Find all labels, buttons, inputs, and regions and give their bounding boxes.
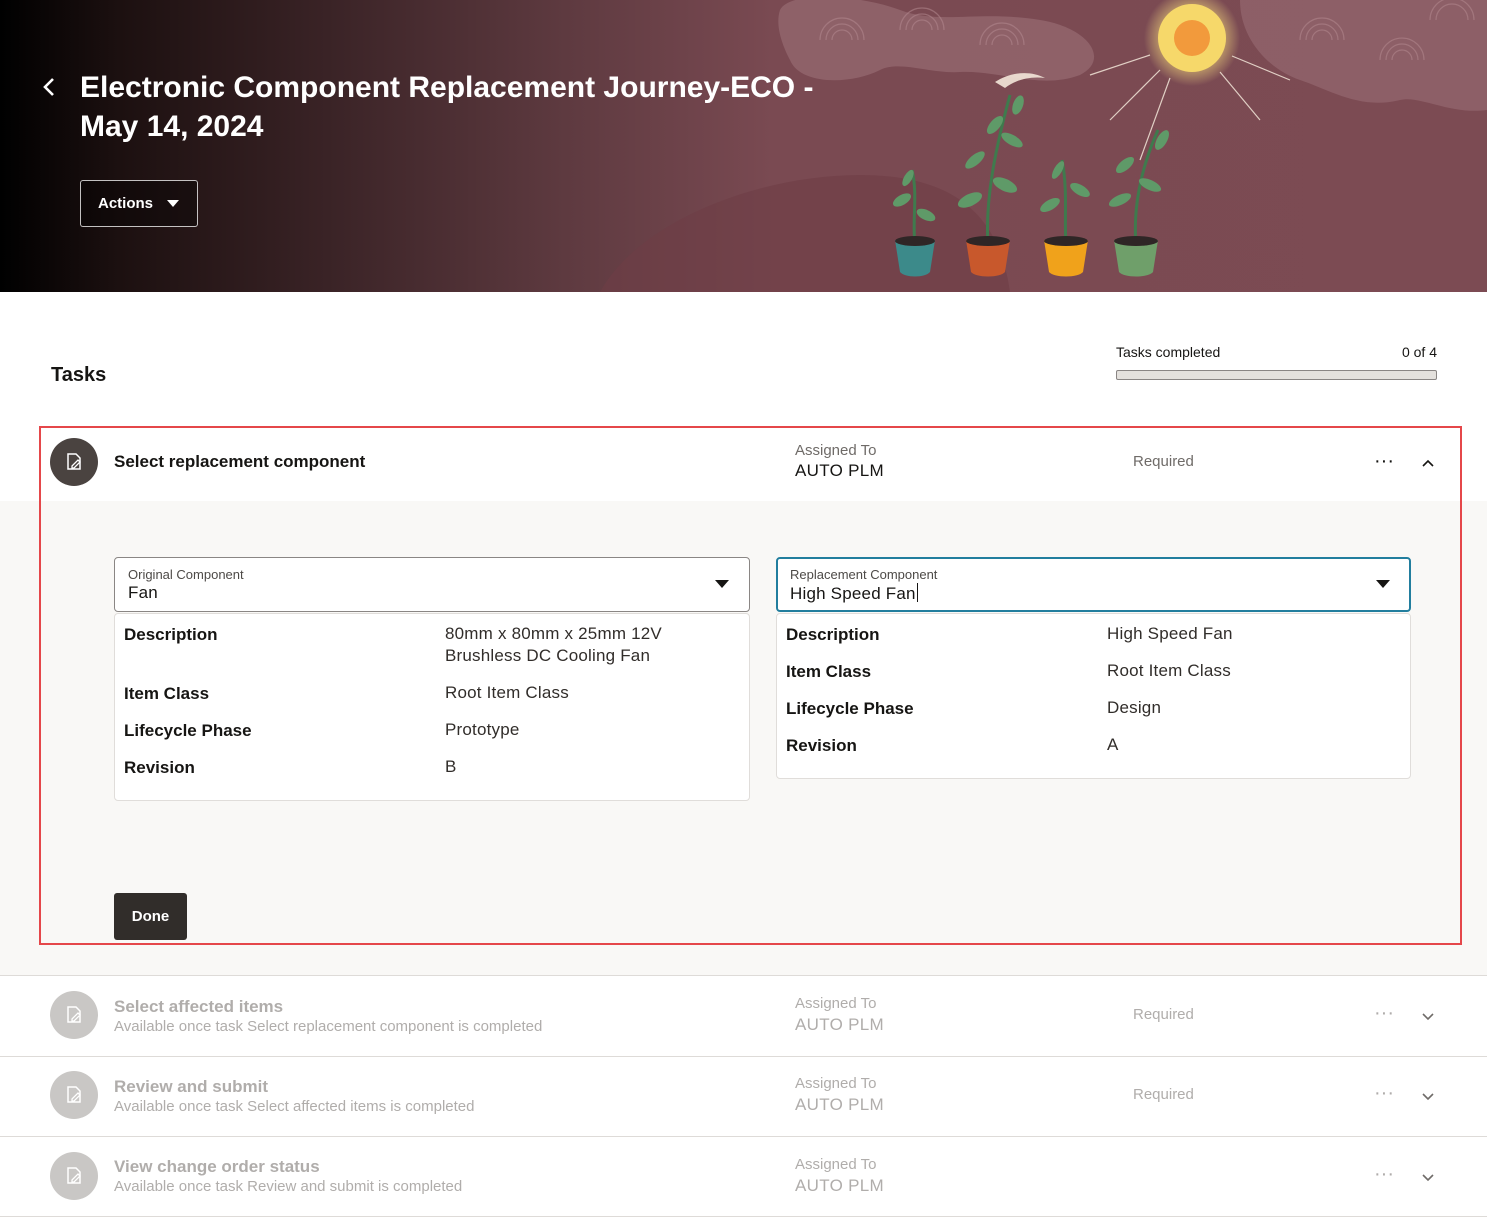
detail-value: 80mm x 80mm x 25mm 12V Brushless DC Cool… xyxy=(445,624,662,665)
task-subtitle: Available once task Select replacement c… xyxy=(114,1018,543,1035)
task-row-select-replacement[interactable]: Select replacement component Assigned To… xyxy=(0,421,1487,501)
actions-menu-button[interactable]: Actions xyxy=(80,180,198,227)
caret-down-icon xyxy=(167,200,180,207)
assigned-to-label: Assigned To xyxy=(795,1075,877,1092)
banner-illustration xyxy=(600,0,1487,292)
original-component-label: Original Component xyxy=(128,567,244,582)
detail-key: Item Class xyxy=(124,684,210,703)
detail-value: Root Item Class xyxy=(445,683,569,702)
detail-key: Lifecycle Phase xyxy=(124,721,252,740)
more-options-icon[interactable]: ··· xyxy=(1370,450,1398,472)
task-edit-icon xyxy=(50,1152,98,1200)
assigned-to-value: AUTO PLM xyxy=(795,1176,884,1195)
chevron-up-icon[interactable] xyxy=(1418,453,1438,473)
chevron-down-icon[interactable] xyxy=(1418,1168,1438,1188)
detail-key: Revision xyxy=(786,736,857,755)
dropdown-caret-icon[interactable] xyxy=(715,580,729,588)
detail-key: Revision xyxy=(124,758,195,777)
assigned-to-value: AUTO PLM xyxy=(795,1015,884,1034)
task-name: Select affected items xyxy=(114,997,284,1016)
detail-value: Prototype xyxy=(445,720,520,739)
detail-key: Description xyxy=(124,625,218,644)
required-label: Required xyxy=(1133,1086,1194,1103)
replacement-component-label: Replacement Component xyxy=(790,567,938,582)
text-cursor xyxy=(916,583,918,602)
task-row-view-status[interactable]: View change order status Available once … xyxy=(0,1137,1487,1217)
actions-label: Actions xyxy=(98,195,154,212)
replacement-component-value: High Speed Fan xyxy=(790,584,916,603)
more-options-icon[interactable]: ··· xyxy=(1370,1002,1398,1024)
detail-value: Root Item Class xyxy=(1107,661,1231,680)
more-options-icon[interactable]: ··· xyxy=(1370,1082,1398,1104)
task-subtitle: Available once task Select affected item… xyxy=(114,1098,475,1115)
original-component-value: Fan xyxy=(128,583,158,602)
assigned-to-value: AUTO PLM xyxy=(795,461,884,480)
required-label: Required xyxy=(1133,453,1194,470)
progress-count: 0 of 4 xyxy=(1401,344,1437,360)
replacement-component-input[interactable]: High Speed Fan xyxy=(790,583,918,604)
assigned-to-label: Assigned To xyxy=(795,1156,877,1173)
detail-key: Description xyxy=(786,625,880,644)
replacement-component-details: Description High Speed Fan Item Class Ro… xyxy=(776,613,1411,779)
page-title: Electronic Component Replacement Journey… xyxy=(80,71,814,143)
replacement-component-select[interactable]: Replacement Component High Speed Fan xyxy=(776,557,1411,612)
detail-value: High Speed Fan xyxy=(1107,624,1233,643)
more-options-icon[interactable]: ··· xyxy=(1370,1163,1398,1185)
task-name: Review and submit xyxy=(114,1077,268,1096)
divider xyxy=(0,1216,1487,1217)
task-row-select-affected-items[interactable]: Select affected items Available once tas… xyxy=(0,976,1487,1056)
task-edit-icon xyxy=(50,991,98,1039)
progress-bar xyxy=(1116,370,1437,380)
task-subtitle: Available once task Review and submit is… xyxy=(114,1178,463,1195)
detail-key: Item Class xyxy=(786,662,872,681)
dropdown-caret-icon[interactable] xyxy=(1376,580,1390,588)
chevron-down-icon[interactable] xyxy=(1418,1007,1438,1027)
required-label: Required xyxy=(1133,1006,1194,1023)
original-component-select[interactable]: Original Component Fan xyxy=(114,557,750,612)
task-name: Select replacement component xyxy=(114,452,366,471)
detail-key: Lifecycle Phase xyxy=(786,699,914,718)
original-component-details: Description 80mm x 80mm x 25mm 12V Brush… xyxy=(114,613,750,801)
header-banner: Electronic Component Replacement Journey… xyxy=(0,0,1487,292)
chevron-down-icon[interactable] xyxy=(1418,1087,1438,1107)
assigned-to-label: Assigned To xyxy=(795,442,877,459)
task-edit-icon xyxy=(50,1071,98,1119)
assigned-to-label: Assigned To xyxy=(795,995,877,1012)
progress-label: Tasks completed xyxy=(1116,344,1221,360)
detail-value: B xyxy=(445,757,457,776)
detail-value: Design xyxy=(1107,698,1162,717)
task-edit-icon xyxy=(50,438,98,486)
done-button[interactable]: Done xyxy=(114,893,187,940)
detail-value: A xyxy=(1107,735,1119,754)
task-name: View change order status xyxy=(114,1157,320,1176)
back-chevron-icon[interactable] xyxy=(36,74,62,100)
assigned-to-value: AUTO PLM xyxy=(795,1095,884,1114)
task-row-review-submit[interactable]: Review and submit Available once task Se… xyxy=(0,1056,1487,1136)
tasks-heading: Tasks xyxy=(51,364,107,386)
